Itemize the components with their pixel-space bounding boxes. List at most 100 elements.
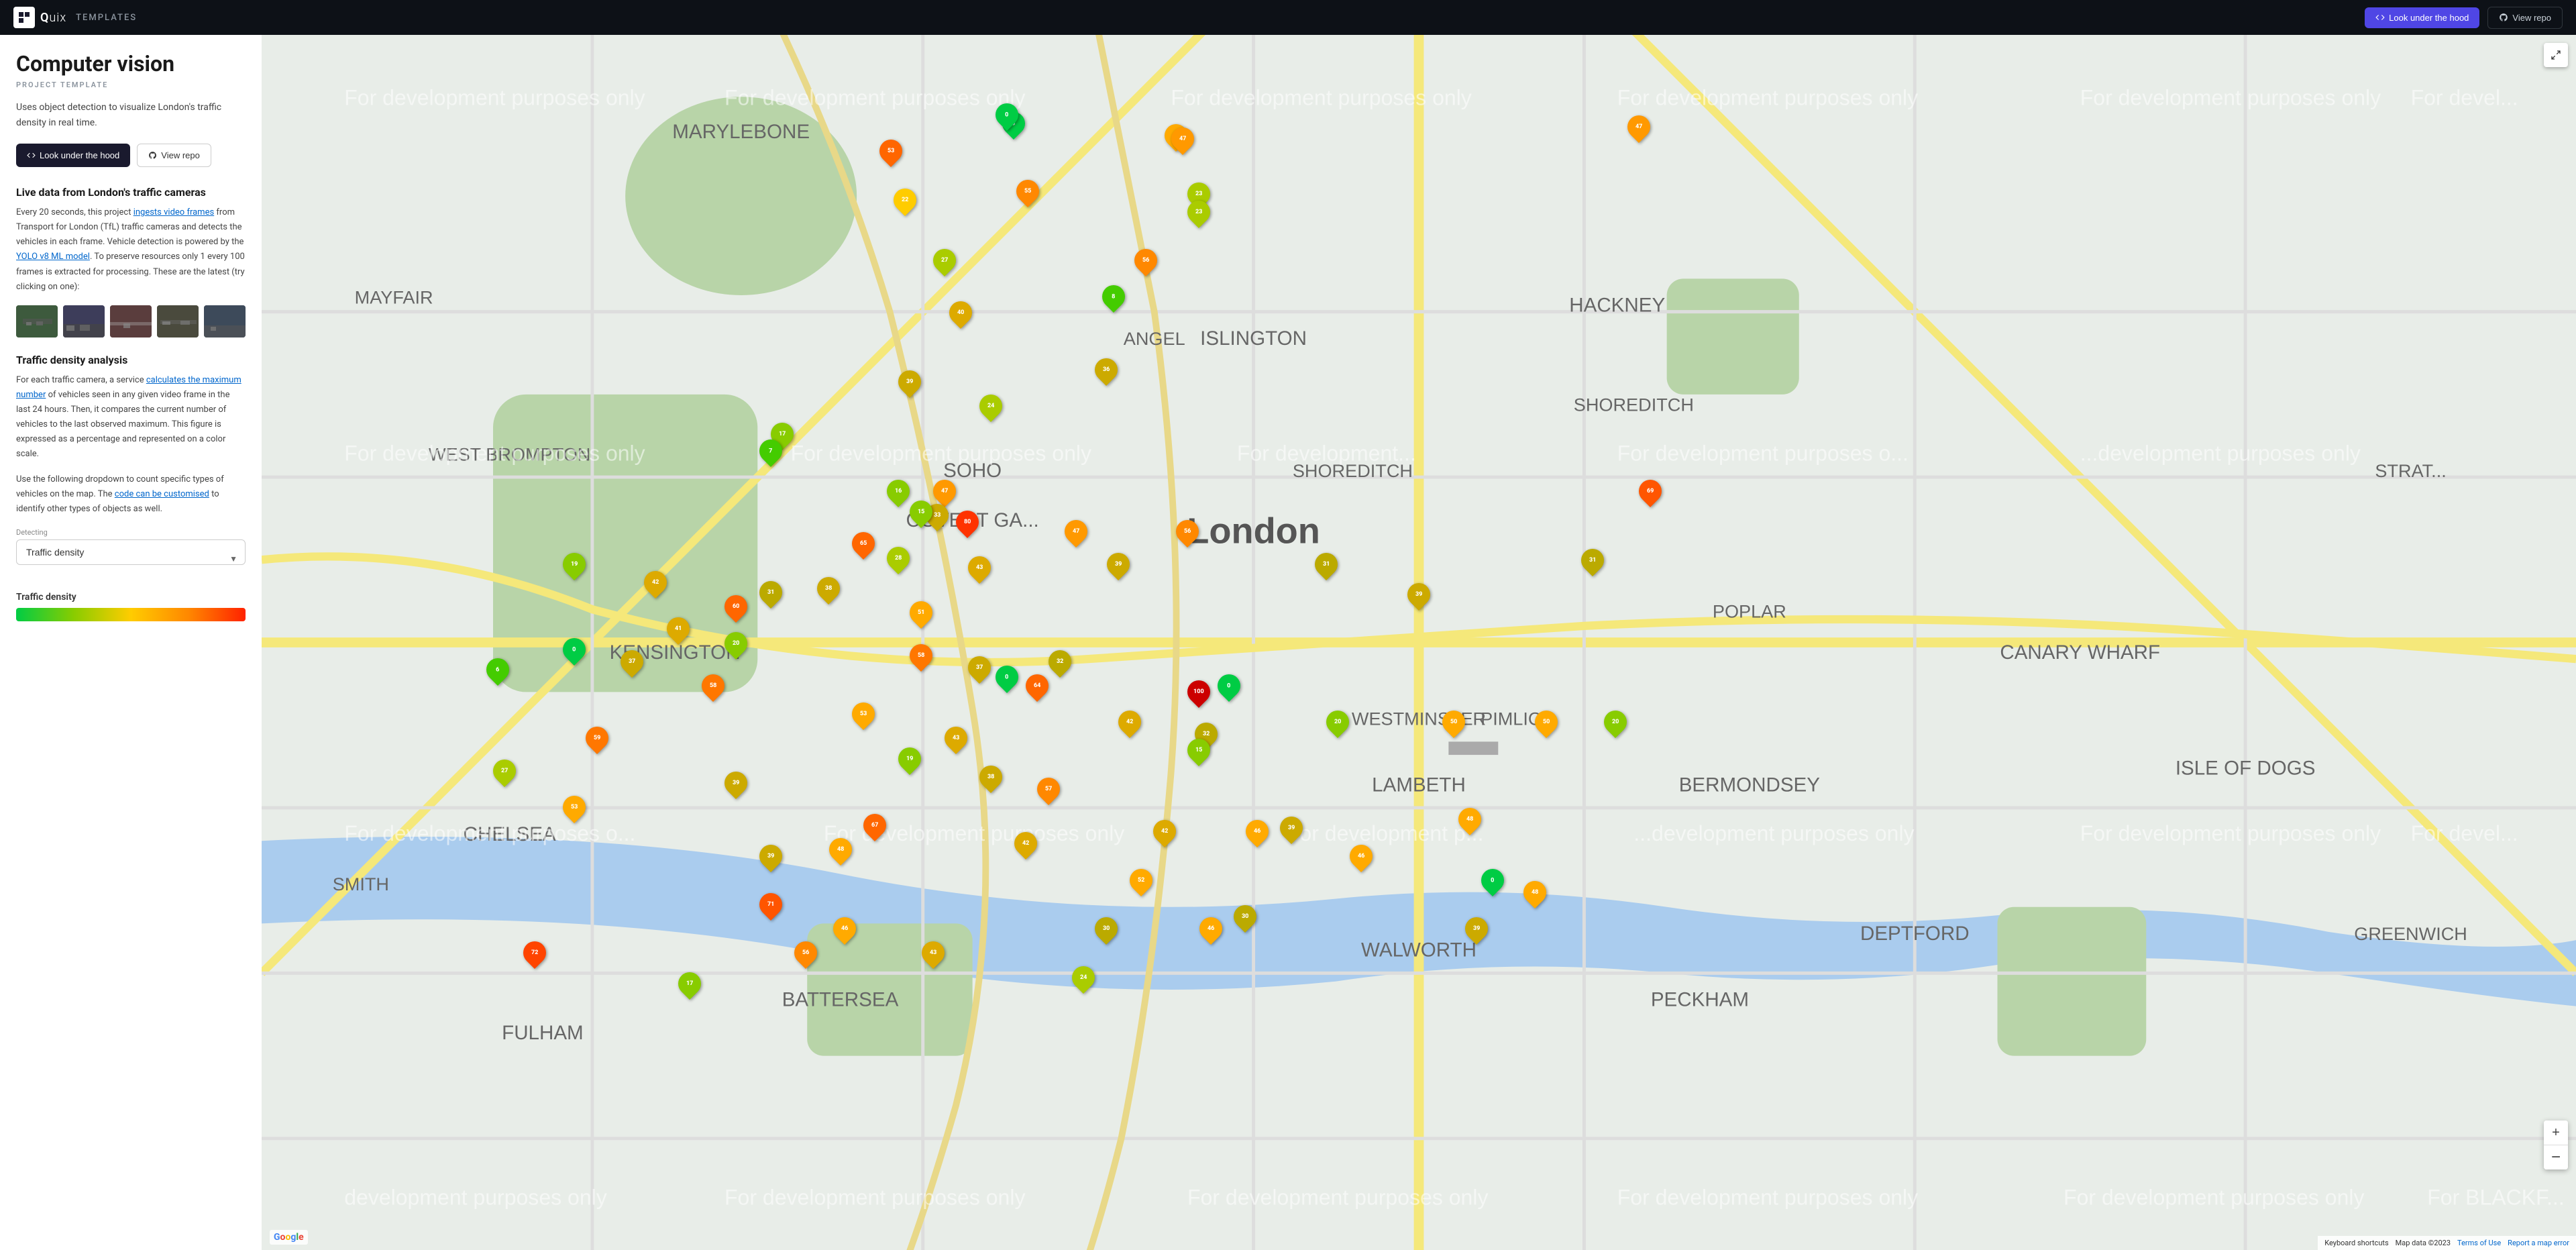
traffic-pin-8[interactable]: 40 [949, 301, 972, 324]
traffic-pin-41[interactable]: 39 [724, 772, 747, 794]
zoom-out-button[interactable]: − [2544, 1145, 2568, 1169]
traffic-pin-39[interactable]: 80 [956, 511, 979, 533]
traffic-pin-71[interactable]: 42 [1153, 820, 1176, 843]
sidebar-view-repo-button[interactable]: View repo [137, 144, 211, 167]
traffic-pin-60[interactable]: 37 [968, 656, 991, 679]
traffic-pin-82[interactable]: 39 [1407, 583, 1430, 606]
traffic-pin-46[interactable]: 46 [833, 917, 856, 940]
traffic-pin-29[interactable]: 37 [621, 650, 643, 673]
traffic-pin-57[interactable]: 52 [1130, 869, 1152, 892]
fullscreen-button[interactable] [2544, 43, 2568, 67]
traffic-pin-12[interactable]: 47 [1171, 127, 1194, 150]
camera-thumb-2[interactable] [63, 305, 105, 337]
traffic-pin-65[interactable]: 100 [1187, 680, 1210, 703]
code-link[interactable]: code can be customised [115, 489, 209, 499]
traffic-pin-34[interactable]: 51 [910, 601, 932, 624]
max-vehicles-link[interactable]: calculates the maximum number [16, 375, 241, 400]
traffic-pin-64[interactable]: 24 [1072, 966, 1095, 989]
traffic-pin-83[interactable]: 23 [1187, 201, 1210, 223]
traffic-pin-92[interactable]: 47 [1627, 115, 1650, 138]
traffic-pin-55[interactable]: 30 [1095, 917, 1118, 940]
traffic-pin-1[interactable]: 53 [879, 140, 902, 162]
traffic-pin-31[interactable]: 38 [817, 577, 840, 600]
detecting-dropdown[interactable]: Traffic density Cars Buses Trucks Motorc… [16, 539, 246, 565]
traffic-pin-52[interactable]: 32 [1049, 650, 1071, 673]
traffic-pin-63[interactable]: 43 [922, 941, 945, 964]
traffic-pin-45[interactable]: 71 [759, 893, 782, 916]
traffic-pin-77[interactable]: 39 [1107, 553, 1130, 576]
traffic-pin-17[interactable]: 7 [759, 439, 782, 462]
traffic-pin-54[interactable]: 42 [1014, 832, 1037, 855]
traffic-pin-88[interactable]: 50 [1535, 711, 1558, 733]
traffic-pin-76[interactable]: 47 [1065, 520, 1087, 543]
traffic-pin-26[interactable]: 58 [702, 674, 724, 697]
traffic-pin-19[interactable]: 47 [933, 480, 956, 503]
traffic-pin-58[interactable]: 58 [910, 644, 932, 667]
traffic-pin-16[interactable]: 16 [887, 480, 910, 503]
keyboard-shortcuts-text[interactable]: Keyboard shortcuts [2324, 1239, 2388, 1247]
traffic-pin-78[interactable]: 56 [1176, 520, 1199, 543]
traffic-pin-22[interactable]: 19 [563, 553, 586, 576]
traffic-pin-69[interactable]: 15 [1187, 739, 1210, 762]
traffic-pin-18[interactable]: 39 [898, 370, 921, 393]
traffic-pin-10[interactable]: 56 [1134, 249, 1157, 272]
traffic-pin-70[interactable]: 0 [1218, 674, 1240, 697]
sidebar-look-under-hood-button[interactable]: Look under the hood [16, 144, 130, 167]
traffic-pin-91[interactable]: 69 [1639, 480, 1662, 503]
traffic-pin-14[interactable]: 24 [979, 395, 1002, 417]
traffic-pin-36[interactable]: 43 [945, 727, 967, 749]
traffic-pin-72[interactable]: 42 [1118, 711, 1141, 733]
traffic-pin-90[interactable]: 20 [1604, 711, 1627, 733]
traffic-pin-7[interactable]: 27 [933, 249, 956, 272]
traffic-pin-53[interactable]: 56 [794, 941, 817, 964]
traffic-pin-68[interactable]: 46 [1199, 917, 1222, 940]
traffic-pin-23[interactable]: 0 [563, 638, 586, 661]
traffic-pin-42[interactable]: 39 [759, 845, 782, 868]
traffic-pin-25[interactable]: 60 [724, 595, 747, 618]
traffic-pin-21[interactable]: 65 [852, 532, 875, 555]
traffic-pin-30[interactable]: 31 [759, 581, 782, 604]
traffic-pin-47[interactable]: 72 [523, 941, 546, 964]
traffic-pin-5[interactable]: 0 [996, 103, 1018, 126]
traffic-pin-50[interactable]: 27 [493, 760, 516, 782]
traffic-pin-40[interactable]: 43 [968, 556, 991, 579]
terms-of-use-link[interactable]: Terms of Use [2457, 1239, 2501, 1247]
map-area[interactable]: London MARYLEBONE ISLINGTON HACKNEY SOHO… [262, 35, 2576, 1250]
traffic-pin-73[interactable]: 30 [1234, 905, 1256, 928]
traffic-pin-43[interactable]: 48 [829, 838, 852, 861]
traffic-pin-87[interactable]: 39 [1465, 917, 1488, 940]
traffic-pin-74[interactable]: 39 [1280, 817, 1303, 839]
traffic-pin-48[interactable]: 17 [678, 972, 701, 995]
traffic-pin-33[interactable]: 28 [887, 547, 910, 570]
camera-thumb-5[interactable] [204, 305, 246, 337]
traffic-pin-81[interactable]: 50 [1442, 711, 1465, 733]
traffic-pin-44[interactable]: 67 [863, 814, 886, 837]
traffic-pin-84[interactable]: 48 [1458, 808, 1481, 831]
traffic-pin-35[interactable]: 53 [852, 702, 875, 725]
traffic-pin-9[interactable]: 8 [1102, 285, 1125, 308]
traffic-pin-62[interactable]: 0 [996, 666, 1018, 688]
camera-thumb-3[interactable] [110, 305, 152, 337]
report-error-link[interactable]: Report a map error [2508, 1239, 2569, 1247]
traffic-pin-75[interactable]: 20 [1326, 711, 1349, 733]
traffic-pin-51[interactable]: 6 [486, 658, 509, 681]
nav-view-repo-button[interactable]: View repo [2487, 7, 2563, 29]
traffic-pin-59[interactable]: 64 [1026, 674, 1049, 697]
traffic-pin-89[interactable]: 31 [1581, 549, 1604, 572]
traffic-pin-28[interactable]: 59 [586, 727, 608, 749]
traffic-pin-38[interactable]: 15 [910, 501, 932, 523]
camera-thumb-4[interactable] [157, 305, 199, 337]
traffic-pin-2[interactable]: 22 [894, 189, 916, 211]
zoom-in-button[interactable]: + [2544, 1121, 2568, 1145]
traffic-pin-56[interactable]: 57 [1037, 778, 1060, 800]
traffic-pin-85[interactable]: 48 [1523, 881, 1546, 904]
traffic-pin-79[interactable]: 31 [1315, 553, 1338, 576]
traffic-pin-27[interactable]: 42 [644, 571, 667, 594]
ingest-link[interactable]: ingests video frames [133, 207, 215, 217]
traffic-pin-86[interactable]: 0 [1481, 869, 1504, 892]
traffic-pin-13[interactable]: 36 [1095, 358, 1118, 381]
traffic-pin-49[interactable]: 53 [563, 796, 586, 819]
nav-look-under-hood-button[interactable]: Look under the hood [2365, 7, 2479, 28]
traffic-pin-37[interactable]: 38 [979, 766, 1002, 788]
traffic-pin-80[interactable]: 46 [1350, 845, 1373, 868]
